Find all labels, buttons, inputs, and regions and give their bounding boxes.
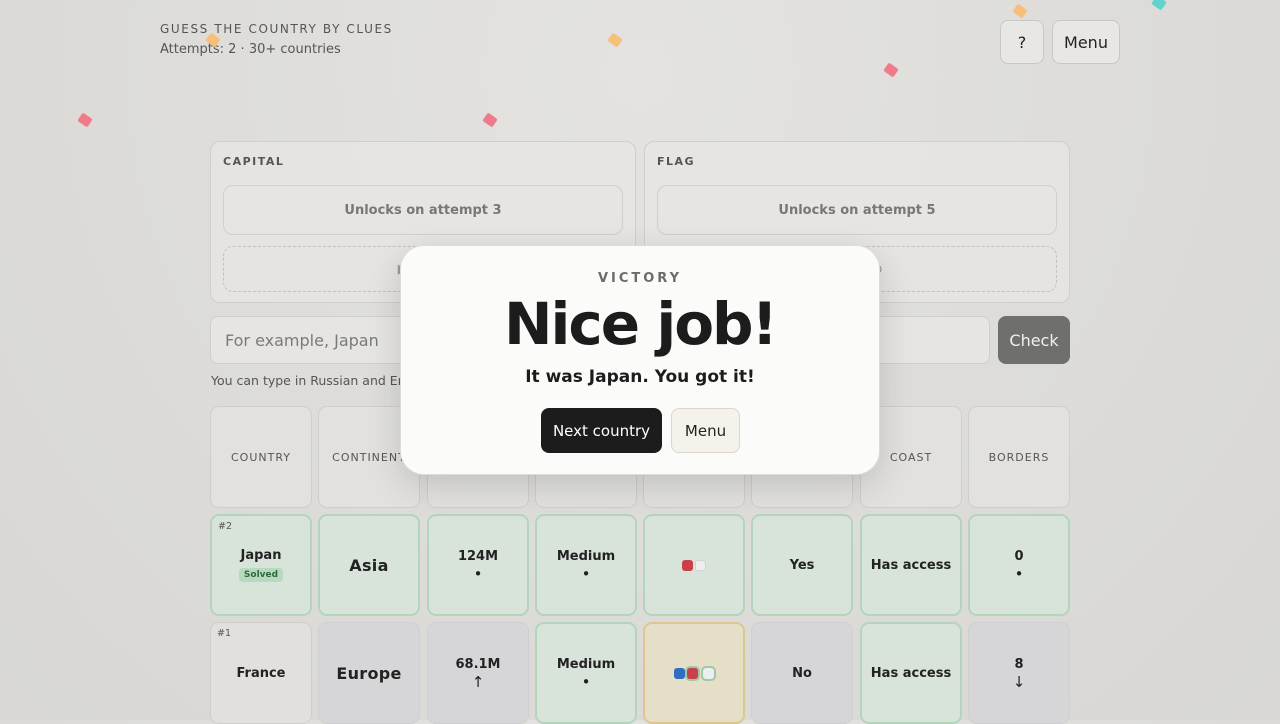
continent-cell: Europe: [318, 622, 420, 724]
size-cell: Medium •: [535, 622, 637, 724]
borders-cell: 8 ↓: [968, 622, 1070, 724]
borders-value: 0: [1014, 548, 1024, 564]
help-button[interactable]: ?: [1000, 20, 1044, 64]
confetti-piece: [883, 62, 899, 78]
flag-color-swatch: [703, 667, 714, 679]
flag-swatches: [681, 559, 707, 571]
victory-label: VICTORY: [597, 271, 683, 286]
solved-badge: Solved: [238, 568, 284, 582]
islands-value: No: [792, 665, 812, 681]
flag-swatches: [673, 667, 715, 679]
confetti-piece: [1151, 0, 1167, 11]
confetti-piece: [77, 112, 93, 128]
column-header-borders: BORDERS: [968, 406, 1070, 508]
flag-colors-cell: [643, 622, 745, 724]
continent-value: Europe: [336, 663, 402, 683]
confetti-piece: [607, 32, 623, 48]
attempts-subtitle: Attempts: 2 · 30+ countries: [160, 42, 341, 57]
clue-label: FLAG: [657, 155, 696, 168]
guess-country-cell: #2 Japan Solved: [210, 514, 312, 616]
population-value: 68.1M: [455, 656, 501, 672]
flag-unlock-status: Unlocks on attempt 5: [657, 185, 1057, 235]
borders-hint: •: [1014, 564, 1024, 583]
continent-value: Asia: [349, 555, 389, 575]
flag-color-swatch: [687, 667, 698, 679]
size-value: Medium: [556, 548, 616, 564]
modal-message: It was Japan. You got it!: [525, 367, 755, 387]
confetti-piece: [1012, 3, 1028, 19]
population-value: 124M: [457, 548, 499, 564]
guess-country-cell: #1 France: [210, 622, 312, 724]
coast-value: Has access: [870, 557, 952, 573]
population-cell: 68.1M ↑: [427, 622, 529, 724]
continent-cell: Asia: [318, 514, 420, 616]
size-cell: Medium •: [535, 514, 637, 616]
game-title: GUESS THE COUNTRY BY CLUES: [160, 22, 393, 36]
menu-button[interactable]: Menu: [1052, 20, 1120, 64]
modal-menu-button[interactable]: Menu: [671, 408, 740, 453]
coast-cell: Has access: [860, 514, 962, 616]
population-cell: 124M •: [427, 514, 529, 616]
coast-cell: Has access: [860, 622, 962, 724]
victory-modal: VICTORY Nice job! It was Japan. You got …: [400, 245, 880, 475]
flag-color-swatch: [682, 559, 693, 571]
islands-cell: No: [751, 622, 853, 724]
flag-colors-cell: [643, 514, 745, 616]
flag-color-swatch: [674, 667, 685, 679]
flag-color-swatch: [695, 559, 706, 571]
confetti-piece: [482, 112, 498, 128]
coast-value: Has access: [870, 665, 952, 681]
modal-title: Nice job!: [503, 290, 778, 358]
population-hint: ↑: [471, 672, 485, 691]
islands-cell: Yes: [751, 514, 853, 616]
borders-cell: 0 •: [968, 514, 1070, 616]
guess-rank: #2: [218, 521, 233, 532]
column-header-country: COUNTRY: [210, 406, 312, 508]
header: GUESS THE COUNTRY BY CLUES Attempts: 2 ·…: [160, 22, 393, 57]
borders-hint: ↓: [1012, 672, 1026, 691]
country-name: Japan: [240, 548, 282, 563]
size-hint: •: [581, 564, 591, 583]
check-button[interactable]: Check: [998, 316, 1070, 364]
population-hint: •: [473, 564, 483, 583]
islands-value: Yes: [789, 557, 815, 573]
clue-label: CAPITAL: [223, 155, 285, 168]
capital-unlock-status: Unlocks on attempt 3: [223, 185, 623, 235]
size-value: Medium: [556, 656, 616, 672]
next-country-button[interactable]: Next country: [541, 408, 662, 453]
borders-value: 8: [1014, 656, 1024, 672]
country-name: France: [236, 665, 286, 681]
size-hint: •: [581, 672, 591, 691]
guess-rank: #1: [217, 628, 232, 639]
